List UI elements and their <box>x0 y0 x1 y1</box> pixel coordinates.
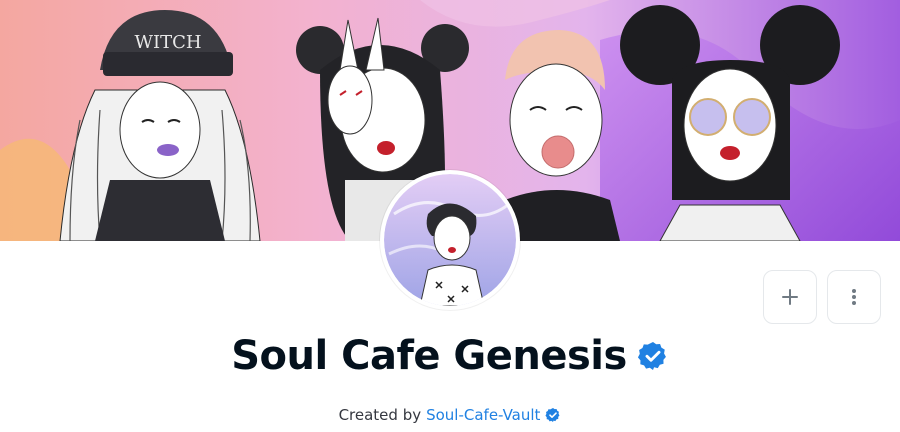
collection-title: Soul Cafe Genesis <box>231 333 627 379</box>
verified-badge-icon <box>637 342 666 370</box>
hat-text: WITCH <box>134 32 201 53</box>
collection-avatar[interactable] <box>380 170 520 310</box>
more-vertical-icon <box>852 289 856 305</box>
created-by-label: Created by <box>338 406 422 424</box>
avatar-image <box>384 174 516 306</box>
plus-icon <box>782 289 798 305</box>
more-options-button[interactable] <box>827 270 881 324</box>
add-button[interactable] <box>763 270 817 324</box>
creator-link[interactable]: Soul-Cafe-Vault <box>426 404 540 426</box>
creator-verified-badge-icon <box>545 408 560 422</box>
collection-title-row: Soul Cafe Genesis <box>0 330 900 382</box>
creator-row: Created by Soul-Cafe-Vault <box>0 404 900 426</box>
